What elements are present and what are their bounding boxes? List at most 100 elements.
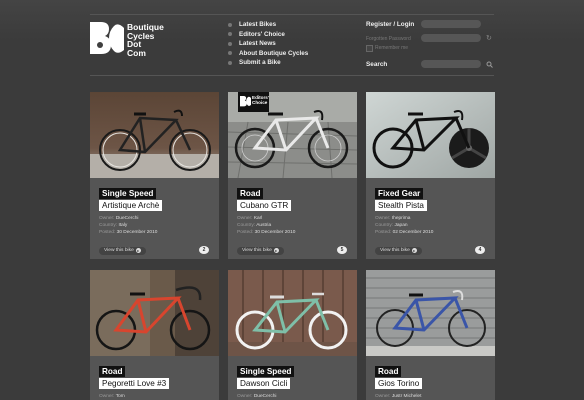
country-value: Japan — [394, 223, 408, 229]
search-label: Search — [366, 61, 388, 68]
bike-type-tag: Fixed Gear — [375, 188, 424, 199]
bike-name[interactable]: Stealth Pista — [375, 200, 427, 211]
owner-value: Tom — [115, 394, 125, 399]
posted-label: Posted: — [237, 230, 254, 236]
view-bike-label: View this bike — [380, 248, 410, 253]
remember-me-checkbox[interactable] — [366, 45, 373, 52]
forgotten-password-link[interactable]: Forgotten Password — [366, 36, 411, 42]
logo-bc-mark-small — [240, 96, 251, 107]
comment-count-icon[interactable]: 4 — [475, 246, 485, 254]
country-value: Austria — [256, 223, 272, 229]
bullet-icon — [228, 32, 232, 37]
arrow-right-icon: ▸ — [411, 247, 417, 253]
nav-editors-choice[interactable]: Editors' Choice — [228, 30, 358, 40]
bike-meta: Owner: Iheprima Country: Japan Posted: 0… — [375, 215, 433, 237]
view-bike-button[interactable]: View this bike ▸ — [237, 247, 284, 255]
register-login-link[interactable]: Register / Login — [366, 21, 414, 28]
bike-card[interactable]: Single Speed Artistique Archè Owner: Due… — [90, 92, 219, 259]
bike-name[interactable]: Dawson Cicli — [237, 378, 291, 389]
posted-value: 30 December 2010 — [116, 230, 158, 236]
nav-label: Submit a Bike — [239, 59, 281, 67]
nav-latest-bikes[interactable]: Latest Bikes — [228, 20, 358, 30]
country-value: Italy — [118, 223, 128, 229]
owner-value: Justr Michelet — [391, 394, 422, 399]
remember-me-label: Remember me — [375, 45, 409, 51]
bike-photo[interactable] — [90, 92, 219, 178]
header-bottom-rule — [90, 75, 494, 76]
bike-meta: Owner: Justr Michelet — [375, 393, 421, 400]
owner-label: Owner: — [375, 394, 391, 399]
nav-about[interactable]: About Boutique Cycles — [228, 49, 358, 59]
view-bike-label: View this bike — [242, 248, 272, 253]
editors-choice-badge: Editors' Choice — [238, 92, 269, 112]
view-bike-button[interactable]: View this bike ▸ — [99, 247, 146, 255]
bike-meta: Owner: Tom — [99, 393, 125, 400]
nav-submit-bike[interactable]: Submit a Bike — [228, 58, 358, 68]
bike-card[interactable]: Editors' Choice Road Cubano GTR Owner: K… — [228, 92, 357, 259]
nav-label: About Boutique Cycles — [239, 49, 309, 57]
bike-type-tag: Road — [237, 188, 264, 199]
logo-bc-mark — [90, 22, 124, 54]
bike-name[interactable]: Artistique Archè — [99, 200, 163, 211]
bike-meta: Owner: DueCerchi — [237, 393, 276, 400]
bike-meta: Owner: DueCerchi Country: Italy Posted: … — [99, 215, 157, 237]
arrow-right-icon: ▸ — [273, 247, 279, 253]
view-bike-button[interactable]: View this bike ▸ — [375, 247, 422, 255]
logo-line-4: Com — [127, 47, 146, 58]
header-top-rule — [90, 14, 494, 15]
posted-label: Posted: — [99, 230, 116, 236]
bike-card[interactable]: Single Speed Dawson Cicli Owner: DueCerc… — [228, 270, 357, 400]
country-label: Country: — [375, 223, 394, 229]
bike-type-tag: Single Speed — [99, 188, 157, 199]
bike-meta: Owner: Karl Country: Austria Posted: 30 … — [237, 215, 295, 237]
bike-name[interactable]: Pegoretti Love #3 — [99, 378, 170, 389]
bullet-icon — [228, 51, 232, 56]
search-input[interactable] — [421, 60, 481, 68]
nav-latest-news[interactable]: Latest News — [228, 39, 358, 49]
arrow-right-icon: ▸ — [135, 247, 141, 253]
nav-label: Latest Bikes — [239, 21, 277, 29]
badge-line-2: Choice — [252, 100, 268, 105]
owner-label: Owner: — [237, 394, 253, 399]
posted-label: Posted: — [375, 230, 392, 236]
site-logo[interactable]: Boutique Cycles Dot Com — [90, 22, 164, 57]
bike-photo[interactable] — [228, 270, 357, 356]
main-nav: Latest Bikes Editors' Choice Latest News… — [228, 20, 358, 68]
bike-name[interactable]: Cubano GTR — [237, 200, 292, 211]
password-field[interactable] — [421, 34, 481, 42]
view-bike-label: View this bike — [104, 248, 134, 253]
owner-value: Iheprima — [391, 216, 411, 221]
owner-value: Karl — [253, 216, 263, 221]
nav-label: Latest News — [239, 40, 276, 48]
posted-value: 30 December 2010 — [254, 230, 296, 236]
bullet-icon — [228, 60, 232, 65]
bike-type-tag: Single Speed — [237, 366, 295, 377]
bike-card[interactable]: Fixed Gear Stealth Pista Owner: Iheprima… — [366, 92, 495, 259]
comment-count-icon[interactable]: 5 — [337, 246, 347, 254]
country-label: Country: — [237, 223, 256, 229]
country-label: Country: — [99, 223, 118, 229]
bike-photo[interactable] — [366, 270, 495, 356]
bike-photo[interactable] — [366, 92, 495, 178]
posted-value: 02 December 2010 — [392, 230, 434, 236]
owner-label: Owner: — [99, 216, 115, 221]
bullet-icon — [228, 22, 232, 27]
bike-type-tag: Road — [375, 366, 402, 377]
owner-value: DueCerchi — [115, 216, 139, 221]
owner-value: DueCerchi — [253, 394, 277, 399]
nav-label: Editors' Choice — [239, 30, 285, 38]
bike-name[interactable]: Gios Torino — [375, 378, 423, 389]
bike-type-tag: Road — [99, 366, 126, 377]
bike-card[interactable]: Road Pegoretti Love #3 Owner: Tom — [90, 270, 219, 400]
owner-label: Owner: — [237, 216, 253, 221]
login-go-icon[interactable]: ↻ — [486, 35, 493, 42]
bullet-icon — [228, 41, 232, 46]
owner-label: Owner: — [99, 394, 115, 399]
bike-photo[interactable] — [90, 270, 219, 356]
search-icon[interactable] — [486, 61, 493, 68]
comment-count-icon[interactable]: 2 — [199, 246, 209, 254]
username-field[interactable] — [421, 20, 481, 28]
bike-card[interactable]: Road Gios Torino Owner: Justr Michelet — [366, 270, 495, 400]
logo-text: Boutique Cycles Dot Com — [127, 23, 164, 57]
owner-label: Owner: — [375, 216, 391, 221]
